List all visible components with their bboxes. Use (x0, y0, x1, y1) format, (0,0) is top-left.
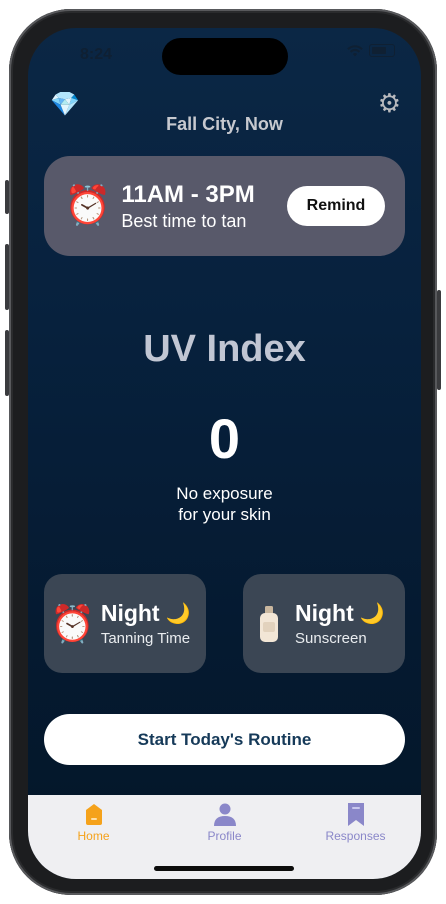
person-icon (213, 803, 236, 826)
remind-button[interactable]: Remind (287, 186, 385, 226)
wifi-icon (347, 44, 363, 56)
app-screen: 8:24 💎 ⚙ Fall City, Now ⏰ 11AM - 3PM Bes… (28, 28, 421, 879)
tan-time-range: 11AM - 3PM (121, 180, 255, 208)
uv-desc-line2: for your skin (178, 505, 271, 524)
sunscreen-title: Night (295, 600, 354, 626)
location-title: Fall City, Now (166, 114, 283, 134)
tab-profile-label: Profile (207, 829, 242, 843)
tanning-time-card[interactable]: ⏰ Night 🌙 Tanning Time (44, 574, 206, 673)
uv-desc-line1: No exposure (176, 484, 273, 503)
uv-index-title: UV Index (143, 328, 306, 370)
tanning-time-subtitle: Tanning Time (100, 630, 191, 647)
sunscreen-card[interactable]: Night 🌙 Sunscreen (243, 574, 405, 673)
dynamic-island (162, 38, 288, 75)
tanning-time-title: Night (100, 600, 160, 626)
alarm-clock-icon: ⏰ (50, 602, 95, 644)
uv-description: No exposure for your skin (28, 483, 421, 525)
tan-time-subtitle: Best time to tan (121, 210, 247, 231)
uv-index-value: 0 (208, 407, 241, 470)
silent-switch (5, 180, 9, 214)
sunscreen-subtitle: Sunscreen (295, 630, 367, 647)
best-tan-time-card: ⏰ 11AM - 3PM Best time to tan Remind (44, 156, 405, 256)
tab-home-label: Home (77, 829, 110, 843)
moon-icon: 🌙 (359, 603, 385, 625)
tab-home[interactable]: Home (28, 795, 159, 879)
tab-responses[interactable]: Responses (290, 795, 421, 879)
tab-responses-label: Responses (325, 829, 386, 843)
moon-icon: 🌙 (165, 603, 191, 625)
tab-bar: Home Profile Responses (28, 795, 421, 879)
home-icon (85, 804, 102, 825)
home-indicator (154, 866, 294, 871)
battery-icon (369, 44, 395, 57)
status-time: 8:24 (80, 46, 113, 63)
alarm-clock-icon: ⏰ (64, 185, 112, 227)
bookmark-icon (347, 803, 364, 826)
volume-down-button (5, 330, 9, 396)
volume-up-button (5, 244, 9, 310)
start-routine-button[interactable]: Start Today's Routine (44, 714, 405, 765)
status-icons (347, 44, 395, 57)
power-button (437, 290, 441, 390)
lotion-bottle-icon (260, 605, 278, 642)
